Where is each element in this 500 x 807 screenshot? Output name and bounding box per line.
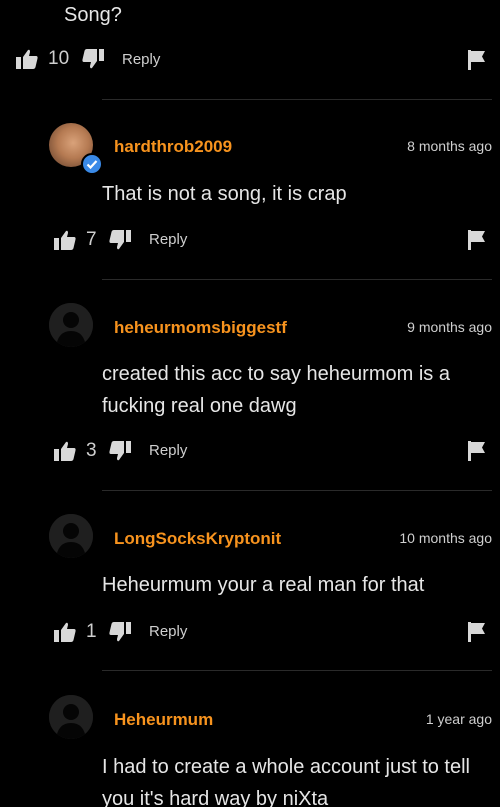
username[interactable]: heheurmomsbiggestf xyxy=(114,318,287,338)
divider xyxy=(102,99,492,100)
like-count: 10 xyxy=(48,48,70,69)
like-count: 7 xyxy=(86,229,97,250)
reply-button[interactable]: Reply xyxy=(149,231,187,248)
divider xyxy=(102,670,492,671)
comment-text: Song? xyxy=(64,4,122,26)
timestamp: 1 year ago xyxy=(425,711,492,727)
comment-text: That is not a song, it is crap xyxy=(102,183,347,205)
divider xyxy=(102,279,492,280)
default-avatar-icon[interactable] xyxy=(49,514,93,558)
reply-button[interactable]: Reply xyxy=(149,442,187,459)
divider xyxy=(102,490,492,491)
username[interactable]: Heheurmum xyxy=(114,710,213,730)
like-count: 1 xyxy=(86,621,97,642)
thumbs-down-icon[interactable] xyxy=(109,230,131,250)
flag-icon[interactable] xyxy=(468,230,486,250)
username[interactable]: hardthrob2009 xyxy=(114,137,232,157)
username[interactable]: LongSocksKryptonit xyxy=(114,529,281,549)
thumbs-up-icon[interactable] xyxy=(54,622,76,642)
thumbs-up-icon[interactable] xyxy=(54,230,76,250)
thumbs-down-icon[interactable] xyxy=(82,49,104,69)
flag-icon[interactable] xyxy=(468,622,486,642)
default-avatar-icon[interactable] xyxy=(49,303,93,347)
reply-button[interactable]: Reply xyxy=(149,623,187,640)
flag-icon[interactable] xyxy=(468,441,486,461)
thumbs-down-icon[interactable] xyxy=(109,622,131,642)
timestamp: 9 months ago xyxy=(407,319,492,335)
verified-check-icon xyxy=(81,153,103,175)
comment-text: I had to create a whole account just to … xyxy=(102,756,470,807)
timestamp: 10 months ago xyxy=(399,530,492,546)
thumbs-up-icon[interactable] xyxy=(54,441,76,461)
reply-button[interactable]: Reply xyxy=(122,51,160,68)
like-count: 3 xyxy=(86,440,97,461)
flag-icon[interactable] xyxy=(468,50,486,70)
timestamp: 8 months ago xyxy=(407,138,492,154)
comment-text: Heheurmum your a real man for that xyxy=(102,574,425,596)
default-avatar-icon[interactable] xyxy=(49,695,93,739)
comment-text: created this acc to say heheurmom is a f… xyxy=(102,363,450,417)
thumbs-down-icon[interactable] xyxy=(109,441,131,461)
thumbs-up-icon[interactable] xyxy=(16,49,38,69)
